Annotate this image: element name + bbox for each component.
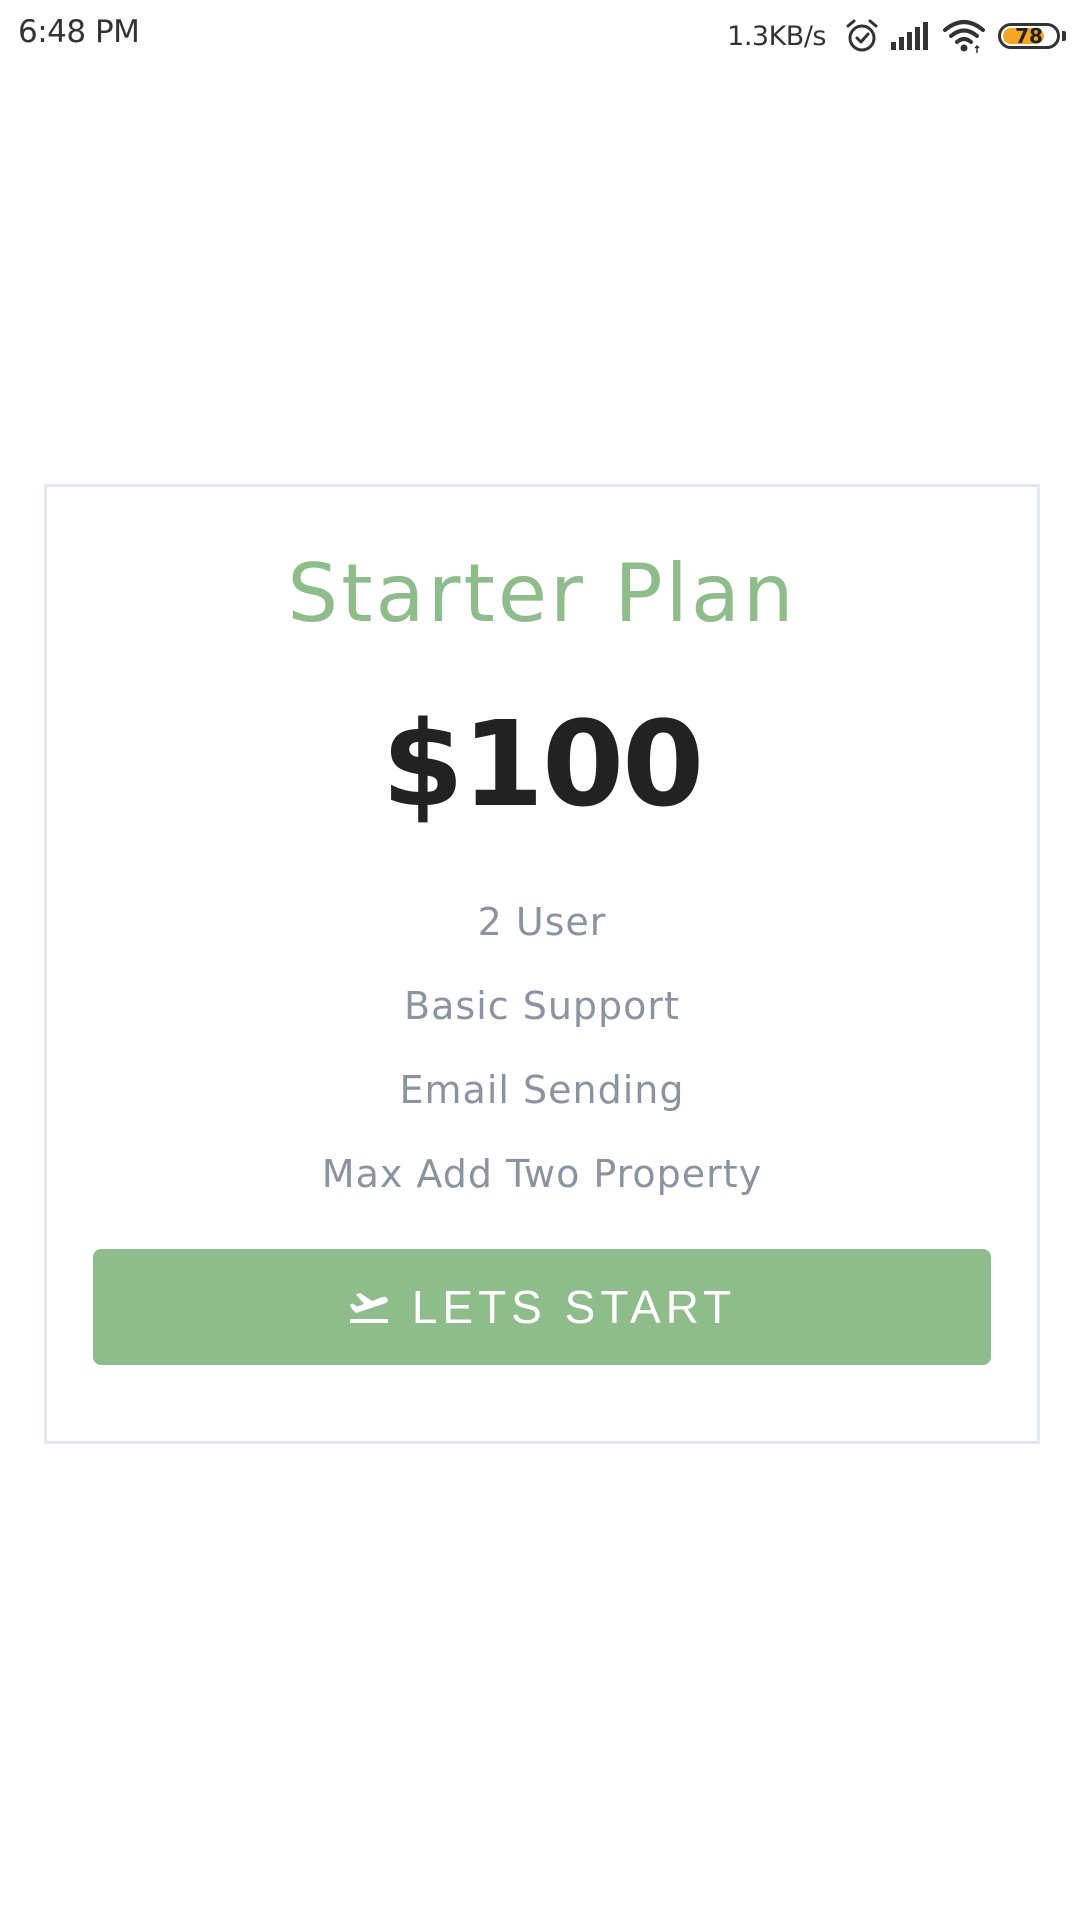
feature-item: Basic Support bbox=[404, 984, 680, 1028]
feature-list: 2 User Basic Support Email Sending Max A… bbox=[47, 880, 1037, 1216]
alarm-icon bbox=[844, 18, 880, 54]
flight-takeoff-icon bbox=[348, 1289, 390, 1325]
network-speed: 1.3KB/s bbox=[727, 20, 826, 52]
status-bar: 6:48 PM 1.3KB/s 78 bbox=[0, 0, 1080, 72]
feature-item: Email Sending bbox=[399, 1068, 685, 1112]
wifi-icon bbox=[942, 18, 986, 54]
battery-tip bbox=[1062, 31, 1066, 41]
lets-start-button[interactable]: LETS START bbox=[93, 1249, 991, 1365]
feature-item: Max Add Two Property bbox=[321, 1152, 763, 1196]
plan-title: Starter Plan bbox=[287, 547, 797, 640]
plan-price: $100 bbox=[381, 695, 704, 833]
status-time: 6:48 PM bbox=[18, 14, 140, 50]
lets-start-label: LETS START bbox=[411, 1281, 737, 1333]
status-icons: 1.3KB/s 78 bbox=[727, 14, 1066, 58]
battery-level: 78 bbox=[1015, 24, 1043, 48]
pricing-card: Starter Plan $100 2 User Basic Support E… bbox=[44, 484, 1040, 1444]
feature-item: 2 User bbox=[477, 900, 607, 944]
signal-icon bbox=[890, 20, 932, 52]
battery-icon: 78 bbox=[998, 23, 1060, 49]
